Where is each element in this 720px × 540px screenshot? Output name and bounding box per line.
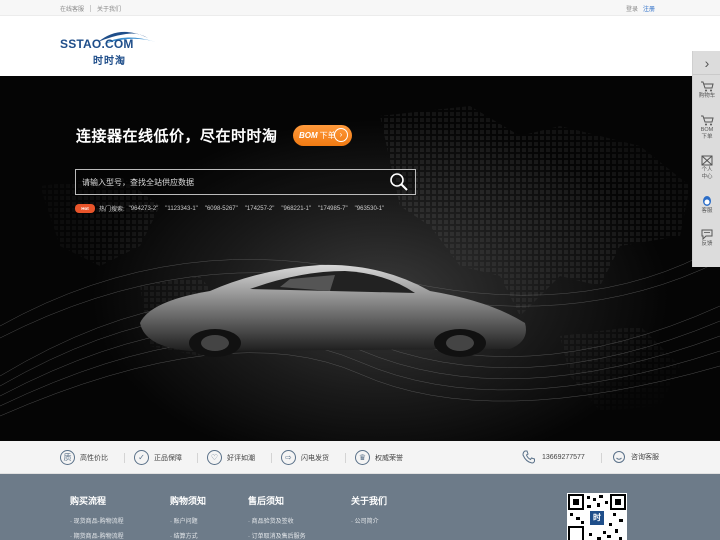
- toolbar-service[interactable]: 客服: [693, 195, 720, 215]
- hero-slogan: 连接器在线低价，尽在时时淘: [76, 128, 278, 145]
- divider: [271, 453, 272, 463]
- feature-item: ♡ 好评如潮: [207, 450, 255, 465]
- toolbar-user-label2: 中心: [701, 174, 713, 180]
- footer-column: 购买流程 · 现货商品-购物流程 · 期货商品-购物流程: [70, 494, 124, 540]
- footer-column-title: 购买流程: [70, 496, 107, 506]
- search-icon: [390, 173, 408, 191]
- divider: [197, 453, 198, 463]
- toolbar-service-label: 客服: [701, 208, 713, 214]
- bom-prefix: BOM: [299, 131, 318, 140]
- footer-column-title: 关于我们: [351, 496, 388, 506]
- footer-link[interactable]: · 公司简介: [351, 515, 387, 530]
- footer-column: 购物须知 · 账户问题 · 结算方式: [170, 494, 206, 540]
- divider: [345, 453, 346, 463]
- feature-item: 质 高性价比: [60, 450, 108, 465]
- consult-service-button[interactable]: 咨询客服: [612, 450, 659, 464]
- cart-icon: [701, 81, 714, 92]
- qr-code: 时: [567, 493, 627, 540]
- feature-label: 权威荣誉: [375, 454, 403, 462]
- trophy-icon: ♛: [355, 450, 370, 465]
- divider: [90, 5, 92, 12]
- toolbar-feedback[interactable]: 反馈: [693, 229, 720, 248]
- register-link[interactable]: 注册: [643, 4, 655, 13]
- thumb-icon: ♡: [207, 450, 222, 465]
- toolbar-bom-label2: 下单: [701, 134, 713, 140]
- footer-link[interactable]: · 商品验货及签收: [248, 515, 306, 530]
- feature-strip: 质 高性价比 ✓ 正品保障 ♡ 好评如潮 ⇨ 闪电发货 ♛ 权威荣誉 13669…: [0, 441, 720, 474]
- footer-link[interactable]: · 订单取消及售后服务: [248, 530, 306, 540]
- hero-banner: 连接器在线低价，尽在时时淘 BOM 下单 › Hot 热门搜索: "964273…: [0, 76, 720, 441]
- feature-item: ✓ 正品保障: [134, 450, 182, 465]
- hot-keyword[interactable]: "1123343-1": [165, 206, 198, 212]
- toolbar-cart-label: 购物车: [698, 93, 716, 99]
- toolbar-user-center[interactable]: 个人 中心: [693, 155, 720, 181]
- right-toolbar: › 购物车 BOM 下单 个人 中心 客服 反馈: [692, 51, 720, 267]
- quality-icon: 质: [60, 450, 75, 465]
- chevron-right-icon: ›: [334, 128, 348, 142]
- hot-search: Hot 热门搜索: "964273-2" "1123343-1" "6098-5…: [75, 204, 391, 213]
- feature-label: 高性价比: [80, 454, 108, 462]
- hot-keyword[interactable]: "964273-2": [129, 206, 159, 212]
- search-input[interactable]: [76, 170, 386, 194]
- feature-label: 闪电发货: [301, 454, 329, 462]
- footer-link[interactable]: · 期货商品-购物流程: [70, 530, 124, 540]
- footer-link[interactable]: · 结算方式: [170, 530, 206, 540]
- bom-order-button[interactable]: BOM 下单 ›: [293, 125, 352, 146]
- site-logo[interactable]: SSTAO.COM 时时淘: [60, 28, 170, 68]
- headset-icon: [613, 451, 625, 463]
- consult-service-label: 咨询客服: [631, 454, 659, 461]
- hot-badge: Hot: [75, 204, 95, 213]
- toolbar-bom-label: BOM: [700, 127, 714, 133]
- login-link[interactable]: 登录: [626, 4, 638, 13]
- car-image: [140, 264, 526, 357]
- hot-keyword[interactable]: "174257-2": [245, 206, 275, 212]
- about-us-link[interactable]: 关于我们: [97, 4, 121, 13]
- footer: 购买流程 · 现货商品-购物流程 · 期货商品-购物流程 购物须知 · 账户问题…: [0, 474, 720, 540]
- hot-keyword[interactable]: "6098-5267": [205, 206, 238, 212]
- feature-label: 正品保障: [154, 454, 182, 462]
- qr-center-logo: 时: [593, 513, 601, 522]
- search-box: [75, 169, 416, 195]
- toolbar-bom[interactable]: BOM 下单: [693, 115, 720, 141]
- top-bar: 在线客服 关于我们 登录 注册: [0, 0, 720, 16]
- hot-keyword[interactable]: "963530-1": [355, 206, 385, 212]
- hot-keyword[interactable]: "968221-1": [281, 206, 311, 212]
- logo-text-en: SSTAO.COM: [60, 37, 134, 51]
- footer-link[interactable]: · 现货商品-购物流程: [70, 515, 124, 530]
- collapse-toolbar-button[interactable]: ›: [693, 51, 720, 75]
- phone-icon: [522, 450, 535, 464]
- feedback-icon: [701, 229, 713, 240]
- footer-column: 售后须知 · 商品验货及签收 · 订单取消及售后服务: [248, 494, 306, 540]
- footer-column-title: 购物须知: [170, 496, 207, 506]
- contact-phone: 13669277577: [522, 450, 585, 464]
- footer-link[interactable]: · 账户问题: [170, 515, 206, 530]
- user-center-icon: [701, 155, 713, 166]
- phone-number: 13669277577: [542, 453, 585, 461]
- logo-text-cn: 时时淘: [93, 56, 126, 67]
- toolbar-user-label: 个人: [701, 167, 713, 173]
- hot-search-label: 热门搜索:: [99, 207, 125, 213]
- toolbar-feedback-label: 反馈: [701, 241, 713, 247]
- feature-label: 好评如潮: [227, 454, 255, 462]
- toolbar-cart[interactable]: 购物车: [693, 81, 720, 100]
- check-icon: ✓: [134, 450, 149, 465]
- divider: [124, 453, 125, 463]
- qq-icon: [703, 196, 711, 206]
- footer-column-title: 售后须知: [248, 496, 285, 506]
- bom-cart-icon: [701, 115, 714, 126]
- footer-column: 关于我们 · 公司简介: [351, 494, 387, 530]
- chevron-right-icon: ›: [704, 54, 710, 71]
- feature-item: ⇨ 闪电发货: [281, 450, 329, 465]
- hot-keyword[interactable]: "174985-7": [318, 206, 348, 212]
- search-button[interactable]: [385, 171, 413, 193]
- feature-item: ♛ 权威荣誉: [355, 450, 403, 465]
- divider: [601, 453, 602, 463]
- online-service-link[interactable]: 在线客服: [60, 4, 84, 13]
- truck-icon: ⇨: [281, 450, 296, 465]
- header: SSTAO.COM 时时淘: [0, 16, 720, 76]
